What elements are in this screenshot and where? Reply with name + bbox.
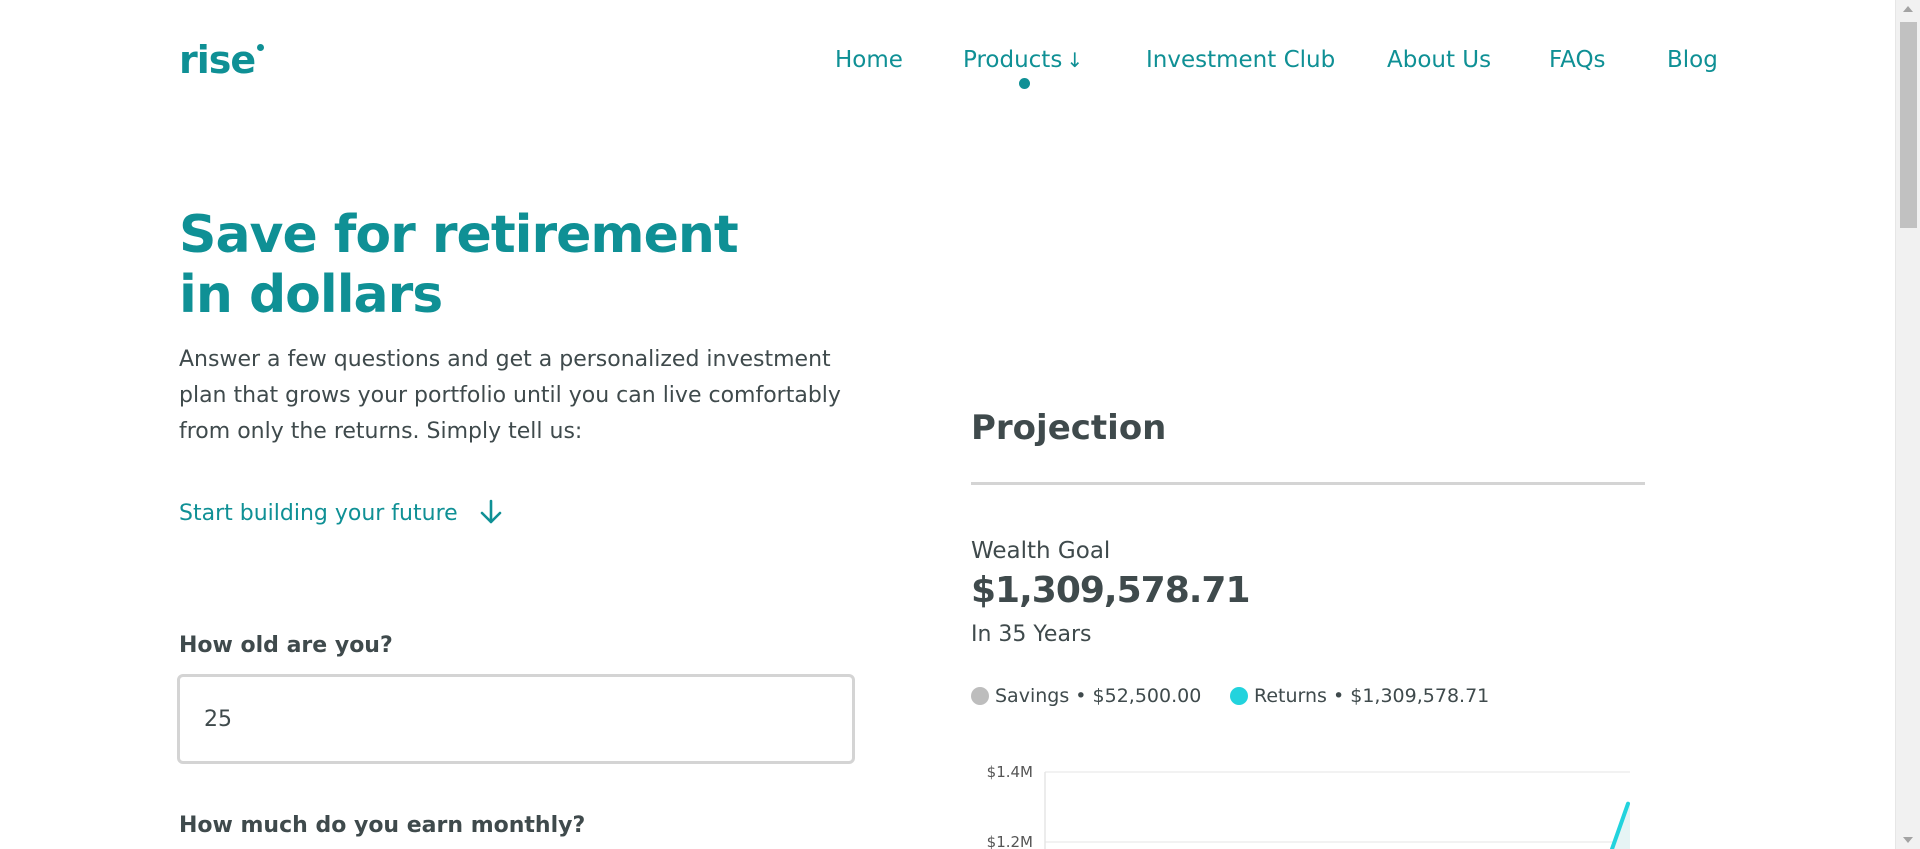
- legend-returns-name: Returns: [1254, 685, 1327, 707]
- nav-home-label: Home: [835, 47, 903, 73]
- start-building-link[interactable]: Start building your future: [179, 499, 503, 528]
- nav-faqs[interactable]: FAQs: [1549, 46, 1606, 74]
- arrow-down-icon: ↓: [1066, 48, 1084, 72]
- nav-home[interactable]: Home: [835, 46, 903, 74]
- y-tick-label: $1.4M: [987, 763, 1033, 781]
- age-question-label: How old are you?: [179, 633, 393, 658]
- nav-blog-label: Blog: [1667, 47, 1718, 73]
- nav-products-label: Products: [963, 47, 1063, 73]
- scrollbar[interactable]: [1895, 0, 1920, 849]
- age-input[interactable]: [177, 674, 855, 764]
- nav-investment-club-label: Investment Club: [1146, 47, 1336, 73]
- projection-chart-svg: $1.4M $1.2M: [987, 763, 1630, 849]
- arrow-down-icon: [480, 499, 501, 524]
- legend-savings: Savings • $52,500.00: [971, 685, 1201, 707]
- wealth-goal-horizon: In 35 Years: [971, 622, 1092, 647]
- projection-title: Projection: [971, 408, 1167, 448]
- hero-description: Answer a few questions and get a persona…: [179, 347, 841, 444]
- legend-returns: Returns • $1,309,578.71: [1230, 685, 1489, 707]
- main-nav: Home Products ↓ Investment Club About Us …: [0, 46, 1895, 86]
- legend-savings-value: $52,500.00: [1092, 685, 1202, 707]
- projection-divider: [971, 482, 1645, 485]
- active-nav-indicator: [1019, 78, 1030, 89]
- scroll-up-icon[interactable]: [1903, 6, 1913, 12]
- cta-label: Start building your future: [179, 501, 458, 526]
- returns-swatch: [1230, 687, 1248, 705]
- legend-savings-name: Savings: [995, 685, 1070, 707]
- nav-faqs-label: FAQs: [1549, 47, 1606, 73]
- y-tick-label: $1.2M: [987, 833, 1033, 849]
- nav-blog[interactable]: Blog: [1667, 46, 1718, 74]
- nav-about-us[interactable]: About Us: [1387, 46, 1491, 74]
- page: rise Home Products ↓ Investment Club Abou…: [0, 0, 1895, 849]
- nav-products[interactable]: Products ↓: [963, 46, 1083, 74]
- projection-chart: $1.4M $1.2M: [960, 752, 1640, 849]
- wealth-goal-label: Wealth Goal: [971, 538, 1111, 564]
- nav-investment-club[interactable]: Investment Club: [1146, 46, 1335, 74]
- income-question-label: How much do you earn monthly?: [179, 813, 586, 838]
- page-title: Save for retirement in dollars: [179, 205, 739, 325]
- scroll-down-icon[interactable]: [1903, 837, 1913, 843]
- scroll-thumb[interactable]: [1900, 22, 1917, 228]
- nav-about-us-label: About Us: [1387, 47, 1492, 73]
- wealth-goal-value: $1,309,578.71: [971, 570, 1251, 611]
- legend-returns-value: $1,309,578.71: [1350, 685, 1490, 707]
- savings-swatch: [971, 687, 989, 705]
